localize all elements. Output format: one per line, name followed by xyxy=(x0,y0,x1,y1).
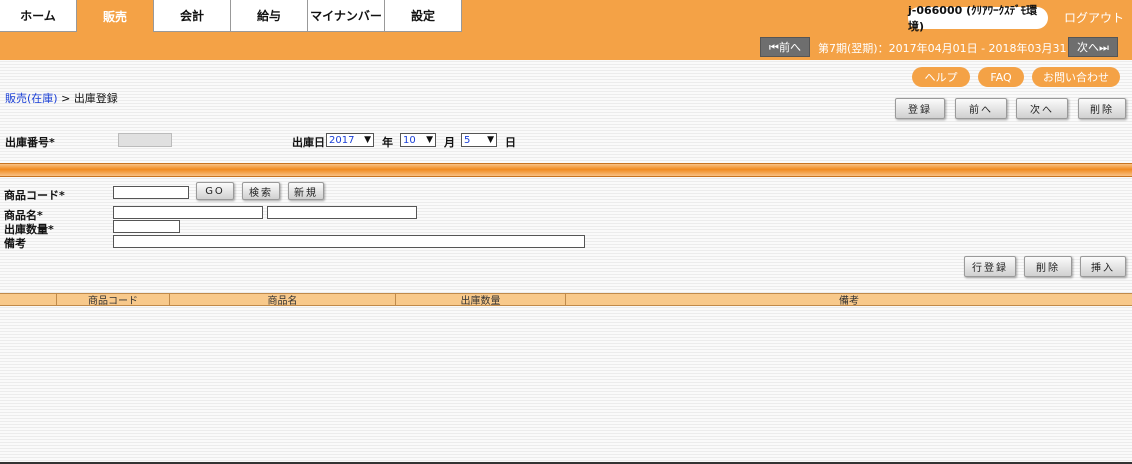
tab-sales[interactable]: 販売 xyxy=(77,0,154,32)
month-unit: 月 xyxy=(444,136,455,149)
fiscal-period-text: 第7期(翌期)：2017年04月01日 - 2018年03月31日 xyxy=(818,42,1078,55)
main-nav: ホーム 販売 会計 給与 マイナンバー 設定 xyxy=(0,0,462,32)
items-table-header: 商品コード 商品名 出庫数量 備考 xyxy=(0,293,1132,307)
faq-button[interactable]: FAQ xyxy=(978,67,1024,87)
row-insert-button[interactable]: 挿入 xyxy=(1080,256,1126,277)
go-button[interactable]: GO xyxy=(196,182,234,200)
tab-settings[interactable]: 設定 xyxy=(385,0,462,32)
product-code-input[interactable] xyxy=(113,186,189,199)
col-header-note: 備考 xyxy=(839,296,859,307)
breadcrumb-parent-link[interactable]: 販売(在庫) xyxy=(5,92,58,105)
note-label: 備考 xyxy=(4,237,26,250)
chevron-down-icon: ▼ xyxy=(487,135,494,145)
tab-home[interactable]: ホーム xyxy=(0,0,77,32)
tab-accounting[interactable]: 会計 xyxy=(154,0,231,32)
product-code-label: 商品コード* xyxy=(4,189,65,202)
product-name-sub-input[interactable] xyxy=(267,206,417,219)
note-input[interactable] xyxy=(113,235,585,248)
help-button[interactable]: ヘルプ xyxy=(912,67,970,87)
issue-quantity-input[interactable] xyxy=(113,220,180,233)
search-button[interactable]: 検索 xyxy=(242,182,280,200)
product-name-input[interactable] xyxy=(113,206,263,219)
year-unit: 年 xyxy=(382,136,393,149)
day-unit: 日 xyxy=(505,136,516,149)
col-header-quantity: 出庫数量 xyxy=(396,294,566,307)
col-header-index xyxy=(0,294,57,305)
prev-record-button[interactable]: 前へ xyxy=(955,98,1007,119)
issue-number-field xyxy=(118,133,172,147)
period-next-button[interactable]: 次へ⏭ xyxy=(1068,37,1118,57)
breadcrumb-current: 出庫登録 xyxy=(73,92,118,105)
delete-button[interactable]: 削除 xyxy=(1078,98,1126,119)
month-select[interactable]: 10 ▼ xyxy=(400,133,436,147)
row-delete-button[interactable]: 削除 xyxy=(1024,256,1072,277)
tab-mynumber[interactable]: マイナンバー xyxy=(308,0,385,32)
year-value: 2017 xyxy=(329,134,355,146)
chevron-down-icon: ▼ xyxy=(426,135,433,145)
issue-number-label: 出庫番号* xyxy=(5,136,55,149)
breadcrumb-separator: > xyxy=(57,92,74,105)
tab-payroll[interactable]: 給与 xyxy=(231,0,308,32)
period-prev-button[interactable]: ⏮前へ xyxy=(760,37,810,57)
breadcrumb: 販売(在庫) > 出庫登録 xyxy=(5,90,118,106)
day-value: 5 xyxy=(464,134,471,146)
month-value: 10 xyxy=(403,134,416,146)
register-button[interactable]: 登録 xyxy=(895,98,945,119)
section-divider xyxy=(0,163,1132,177)
chevron-down-icon: ▼ xyxy=(364,135,371,145)
issue-date-label: 出庫日 xyxy=(292,136,325,149)
col-header-product-name: 商品名 xyxy=(170,294,396,307)
day-select[interactable]: 5 ▼ xyxy=(461,133,497,147)
row-register-button[interactable]: 行登録 xyxy=(964,256,1016,277)
contact-button[interactable]: お問い合わせ xyxy=(1032,67,1120,87)
col-header-product-code: 商品コード xyxy=(57,294,170,307)
logout-link[interactable]: ログアウト xyxy=(1064,9,1124,26)
new-product-button[interactable]: 新規 xyxy=(288,182,324,200)
user-badge: j-066000 (ｸﾘｱﾜｰｸｽﾃﾞﾓ環境) xyxy=(908,4,1048,33)
year-select[interactable]: 2017 ▼ xyxy=(326,133,374,147)
next-record-button[interactable]: 次へ xyxy=(1016,98,1068,119)
